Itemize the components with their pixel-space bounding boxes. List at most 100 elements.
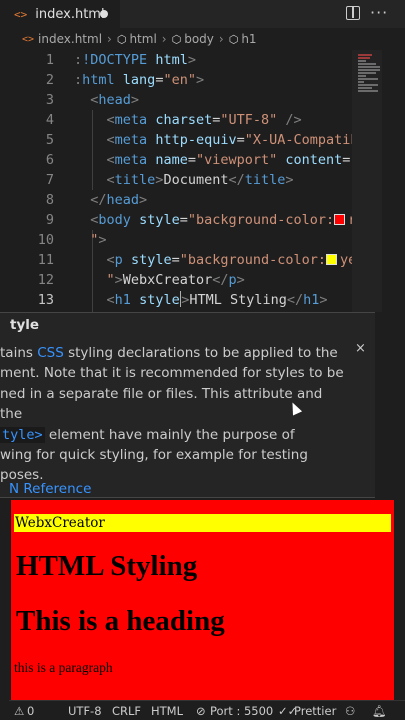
minimap-line (358, 90, 378, 92)
breadcrumb: <> index.html › ⬡ html › ⬡ body › ⬡ h1 (0, 28, 405, 50)
code-editor[interactable]: 1 :!DOCTYPE html> 2 :html lang="en"> 3 <head… (0, 50, 405, 312)
code-line[interactable]: 3 <head> (0, 90, 405, 110)
code-text: <title>Document</title> (106, 172, 294, 188)
tab-bar: <> index.html ··· (0, 0, 405, 28)
breadcrumb-h1[interactable]: h1 (241, 32, 256, 46)
status-bar: ⚠ 0 UTF-8 CRLF HTML ⊘ Port : 5500 ✓✓ Pre… (0, 700, 405, 720)
chevron-right-icon: › (107, 32, 112, 46)
no-entry-icon: ⊘ (196, 704, 206, 718)
code-line[interactable]: 7 <title>Document</title> (0, 170, 405, 190)
language-mode[interactable]: HTML (151, 704, 183, 718)
tooltip-text: element have mainly the purpose of (44, 426, 295, 443)
minimap-line (358, 63, 376, 65)
minimap-line (358, 60, 366, 62)
prettier-status[interactable]: Prettier (294, 704, 336, 718)
line-number: 1 (45, 52, 54, 68)
element-icon: ⬡ (228, 32, 239, 46)
preview-heading-styling: HTML Styling (16, 550, 198, 582)
code-text: :html lang="en"> (74, 72, 205, 88)
breadcrumb-body[interactable]: body (184, 32, 214, 46)
close-icon[interactable]: × (355, 341, 366, 356)
line-number: 11 (37, 252, 54, 268)
element-icon: ⬡ (171, 32, 182, 46)
code-line[interactable]: 5 <meta http-equiv="X-UA-Compatib (0, 130, 405, 150)
editor-edge (375, 312, 405, 498)
code-line[interactable]: 13 <h1 style >HTML Styling</h1> (0, 290, 405, 310)
preview-heading: This is a heading (16, 605, 225, 637)
css-link[interactable]: CSS (37, 345, 64, 361)
code-line[interactable]: 12 ">WebxCreator</p> (0, 270, 405, 290)
minimap[interactable] (352, 50, 382, 312)
unsaved-dot-icon[interactable] (100, 10, 108, 18)
line-number: 10 (37, 232, 54, 248)
activity-edge (0, 700, 9, 720)
minimap-line (358, 72, 376, 74)
line-number: 6 (45, 152, 54, 168)
tooltip-title: tyle (10, 317, 40, 333)
element-icon: ⬡ (116, 32, 127, 46)
code-line[interactable]: 2 :html lang="en"> (0, 70, 405, 90)
code-text: :!DOCTYPE html> (74, 52, 196, 68)
chevron-right-icon: › (161, 32, 167, 46)
line-number: 2 (45, 72, 54, 88)
minimap-line (358, 87, 372, 89)
hover-tooltip: tyle × tains CSS styling declarations to… (0, 312, 375, 498)
line-number: 9 (45, 212, 54, 228)
line-number: 7 (45, 172, 54, 188)
code-line[interactable]: 11 <p style="background-color: ye (0, 250, 405, 270)
bell-icon[interactable]: 🔔︎ (372, 704, 387, 718)
warning-icon[interactable]: ⚠ (14, 704, 24, 718)
split-editor-icon[interactable] (346, 6, 360, 20)
tab-label: index.html (35, 6, 105, 22)
live-server-port[interactable]: Port : 5500 (210, 704, 273, 718)
tooltip-text: wing for quick styling, for example for … (0, 447, 308, 464)
code-text: </head> (90, 192, 148, 208)
code-text: <h1 style >HTML Styling</h1> (106, 291, 328, 308)
mdn-reference-link[interactable]: N Reference (9, 481, 91, 497)
breadcrumb-html[interactable]: html (129, 32, 156, 46)
code-text: <meta name="viewport" content=" (106, 152, 359, 168)
minimap-line (358, 54, 372, 56)
chevron-right-icon: › (218, 32, 224, 46)
eol-select[interactable]: CRLF (112, 704, 141, 718)
code-line[interactable]: 8 </head> (0, 190, 405, 210)
code-line[interactable]: 1 :!DOCTYPE html> (0, 50, 405, 70)
line-number: 3 (45, 92, 54, 108)
tooltip-text: ment. Note that it is recommended for st… (0, 365, 344, 382)
minimap-line (358, 84, 378, 86)
minimap-line (358, 57, 370, 59)
code-text: "> (90, 232, 107, 248)
browser-preview: WebxCreator HTML Styling This is a headi… (11, 500, 394, 700)
code-line[interactable]: 6 <meta name="viewport" content=" (0, 150, 405, 170)
tooltip-text: styling declarations to be applied to th… (63, 345, 338, 361)
minimap-line (358, 66, 380, 68)
code-line[interactable]: 9 <body style="background-color:r (0, 210, 405, 230)
minimap-line (358, 69, 380, 71)
breadcrumb-file[interactable]: index.html (38, 32, 102, 46)
problems-count[interactable]: 0 (27, 704, 34, 718)
code-text: ">WebxCreator</p> (106, 272, 245, 288)
minimap-line (358, 78, 378, 80)
code-text: <head> (90, 92, 140, 108)
line-number: 8 (45, 192, 54, 208)
html-file-icon: <> (14, 7, 28, 21)
code-line[interactable]: 10 "> (0, 230, 405, 250)
tab-index-html[interactable]: <> index.html (0, 0, 120, 28)
code-text: <p style="background-color: ye (106, 252, 357, 268)
line-number: 13 (37, 292, 54, 308)
account-icon[interactable]: ⚇ (345, 704, 355, 718)
line-number: 4 (45, 112, 54, 128)
code-line[interactable]: 4 <meta charset="UTF-8" /> (0, 110, 405, 130)
preview-paragraph: WebxCreator (14, 514, 391, 532)
code-text: <meta charset="UTF-8" /> (106, 112, 302, 128)
html-file-icon: <> (22, 33, 35, 45)
preview-text: this is a paragraph (14, 660, 113, 675)
style-code-span: tyle> (0, 426, 45, 443)
code-text: <meta http-equiv="X-UA-Compatib (106, 132, 359, 148)
line-number: 5 (45, 132, 54, 148)
minimap-line (358, 75, 366, 77)
code-text: <body style="background-color:r (74, 210, 356, 230)
more-actions-icon[interactable]: ··· (370, 3, 388, 22)
line-number: 12 (37, 272, 54, 288)
encoding-select[interactable]: UTF-8 (68, 704, 102, 718)
